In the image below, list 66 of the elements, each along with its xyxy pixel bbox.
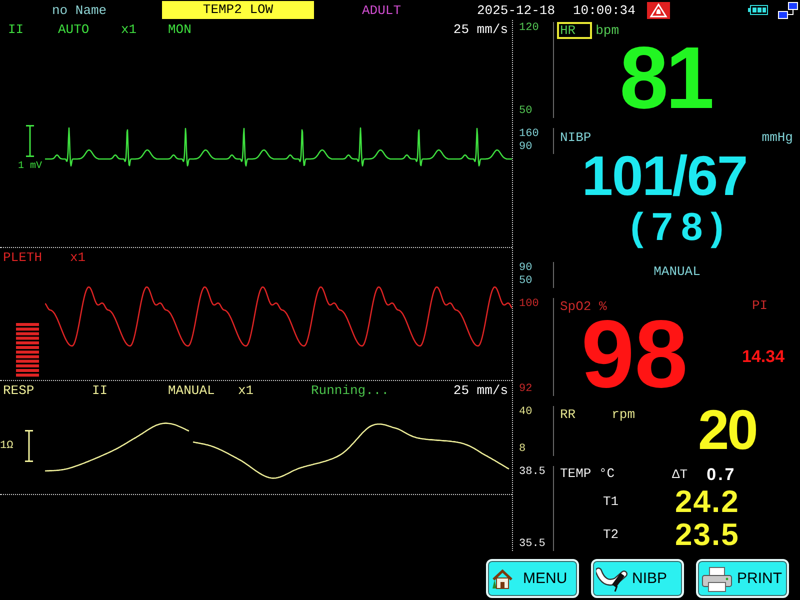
signal-strength-icon [16,323,39,378]
battery-icon [748,5,768,15]
temp-channel-label: T2 [603,527,619,542]
alarm-limit-high: 90 [519,262,532,275]
warning-icon[interactable] [647,2,670,18]
patient-name: no Name [52,2,108,18]
filter-mode-label: AUTO [58,22,90,36]
alarm-limit-low: 50 [519,105,532,118]
unit-label: bpm [596,22,620,39]
channel-label: RESP [3,382,36,398]
alarm-limit-high: 160 [519,128,539,141]
lead-label: II [8,22,25,36]
alarm-limit-low: 8 [519,443,526,456]
menu-button[interactable]: MENU [486,559,579,598]
mode-label: MON [168,22,192,36]
print-button[interactable]: PRINT [696,559,789,598]
blood-pressure-value: 101/67 [582,154,748,198]
parameter-label[interactable]: NIBP [557,129,594,146]
lead-label: II [92,382,109,398]
mean-pressure-value: (78) [630,208,732,248]
unit-label: rpm [612,406,636,423]
time-text: 10:00:34 [573,2,636,18]
house-icon [491,568,513,588]
parameter-label[interactable]: HR [557,22,592,39]
spo2-value: 98 [581,315,688,395]
parameter-label[interactable]: RR [557,406,579,423]
patient-type: ADULT [362,2,402,18]
measure-mode-text: MANUAL [654,264,700,281]
status-text: Running... [311,382,390,398]
alarm-limit-low: 50 [519,275,532,288]
alarm-limit-low: 35.5 [519,538,546,551]
alarm-limit-high: 38.5 [519,466,546,479]
calibration-bar-icon [26,125,34,157]
sweep-speed: 25 mm/s [453,22,508,36]
temperature-value: 24.2 [674,486,740,518]
sweep-speed: 25 mm/s [453,382,508,398]
respiration-rate-value: 20 [697,406,758,454]
gain-label: x1 [70,250,86,264]
parameter-label[interactable]: TEMP °C [557,464,618,483]
unit-label: mmHg [762,129,793,146]
arm-cuff-icon [596,566,628,592]
alarm-limit-low: 92 [519,383,532,396]
gain-label: x1 [121,22,138,36]
alarm-limit-high: 120 [519,22,539,35]
alarm-limit-high: 40 [519,406,532,419]
pi-label: PI [751,298,768,315]
pi-value: 14.34 [742,348,785,365]
gain-label: x1 [238,382,255,398]
network-icon [778,2,798,18]
printer-icon [701,566,733,592]
delta-t-value: 0.7 [706,467,736,482]
calibration-label: 1Ω [0,440,14,452]
mode-label: MANUAL [168,382,216,398]
calibration-label: 1 mV [18,161,42,172]
heart-rate-value: 81 [620,40,713,116]
nibp-button[interactable]: NIBP [591,559,684,598]
alarm-limit-low: 90 [519,141,532,154]
delta-t-label: ΔT [672,467,688,482]
temp-channel-label: T1 [603,494,619,509]
date-text: 2025-12-18 [477,2,556,18]
alarm-limit-high: 100 [519,298,539,311]
channel-label: PLETH [3,250,44,264]
alarm-message: TEMP2 LOW [162,1,314,19]
calibration-bar-icon [25,430,34,462]
parameter-label[interactable]: SpO2 % [557,298,610,315]
temperature-value: 23.5 [674,519,740,551]
